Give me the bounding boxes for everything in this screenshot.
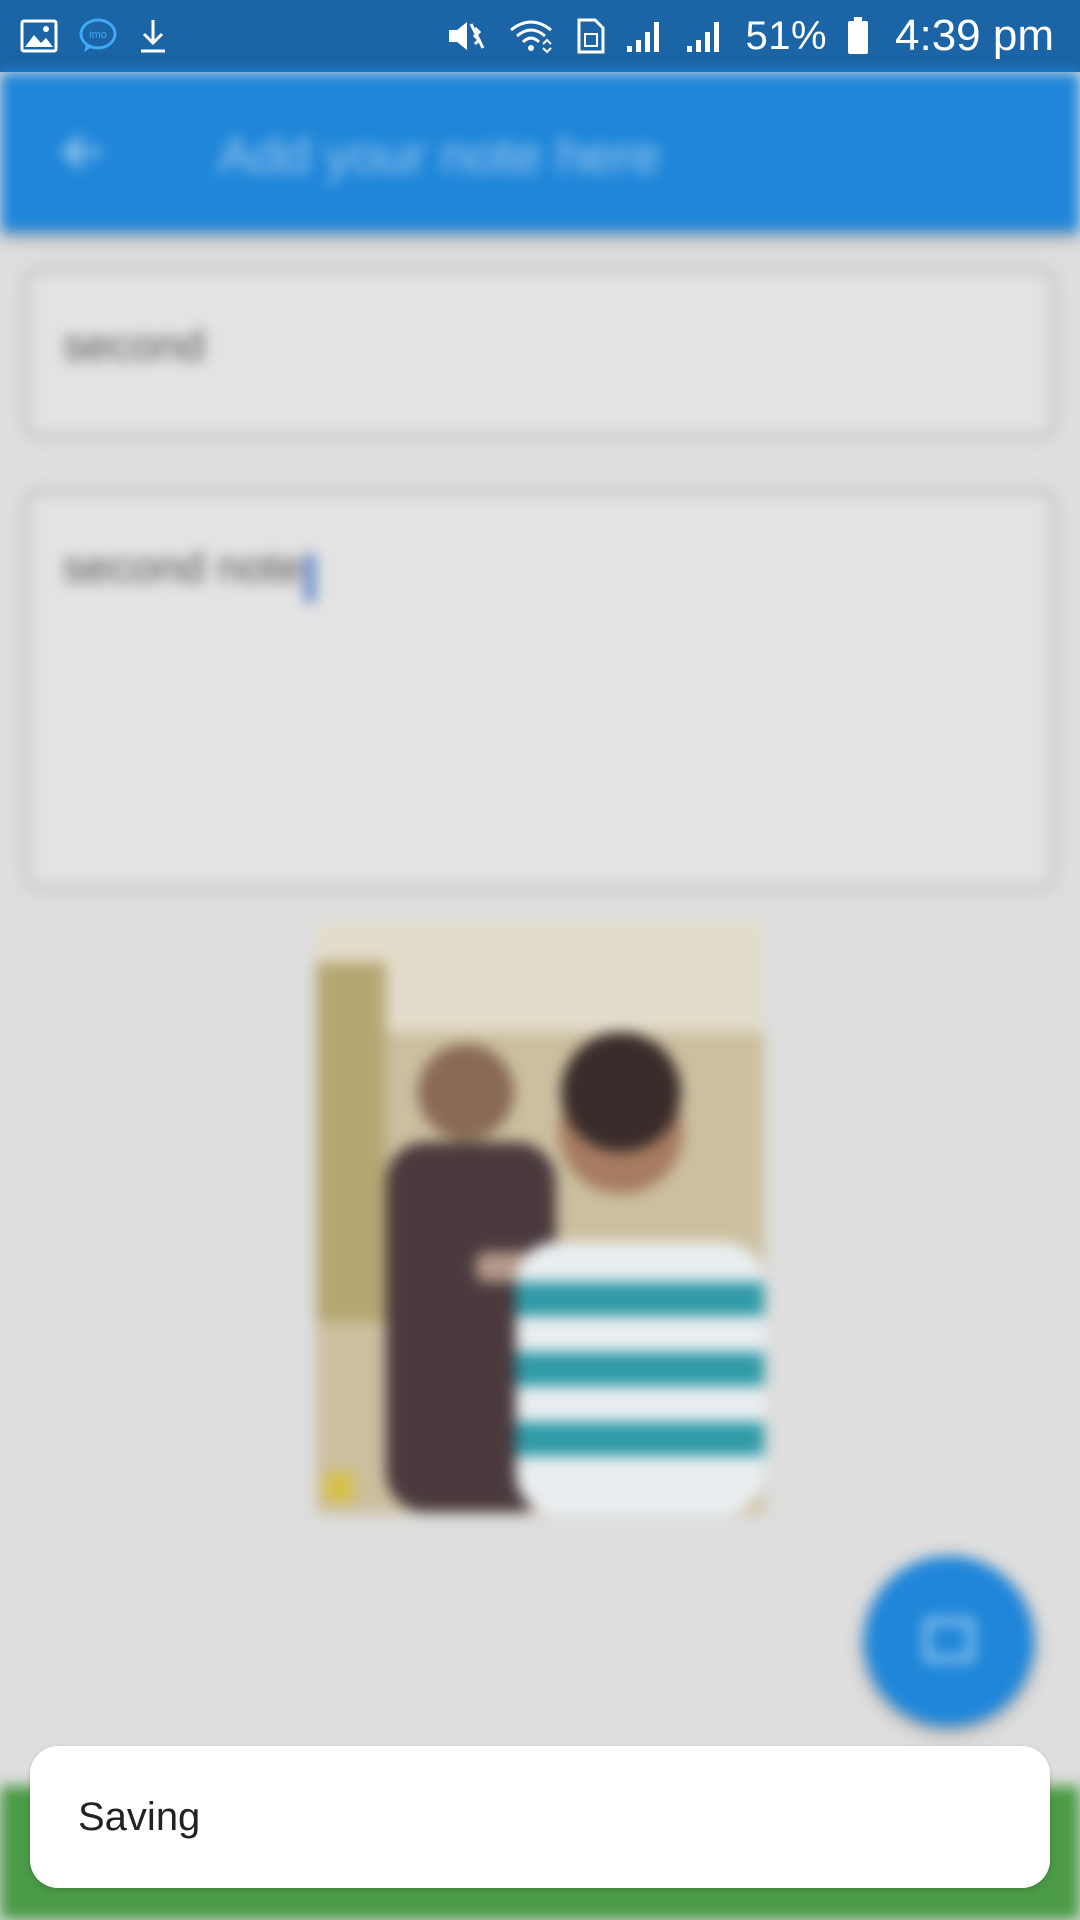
imo-icon: imo [78,16,118,56]
battery-icon [847,16,869,56]
status-right: 51% 4:39 pm [445,11,1054,61]
text-cursor [304,553,315,602]
status-bar: imo 51% 4:39 pm [0,0,1080,72]
attached-photo[interactable] [316,922,764,1514]
saving-toast: Saving [30,1746,1050,1888]
app-bar-title: Add your note here [218,127,661,185]
back-arrow-icon[interactable] [56,124,112,180]
vibrate-icon [445,16,487,56]
note-title-field[interactable]: second [24,268,1056,438]
status-left: imo [20,16,168,56]
gallery-icon [20,16,58,56]
note-editor-background: Add your note here second second note [0,72,1080,1920]
wifi-icon [507,16,555,56]
download-icon [138,16,168,56]
signal-icon [685,16,725,56]
note-body-field[interactable]: second note [24,490,1056,890]
save-icon [924,1618,974,1662]
toast-message: Saving [78,1794,201,1839]
note-title-value: second [63,321,205,370]
sim-icon [575,16,605,56]
clock: 4:39 pm [895,11,1054,60]
battery-percent: 51% [745,13,828,58]
save-fab[interactable] [864,1556,1034,1726]
signal-icon [625,16,665,56]
photo-thumbnail [316,922,764,1514]
imo-label: imo [89,29,107,41]
app-bar: Add your note here [0,72,1080,232]
note-body-value: second note [63,543,303,592]
